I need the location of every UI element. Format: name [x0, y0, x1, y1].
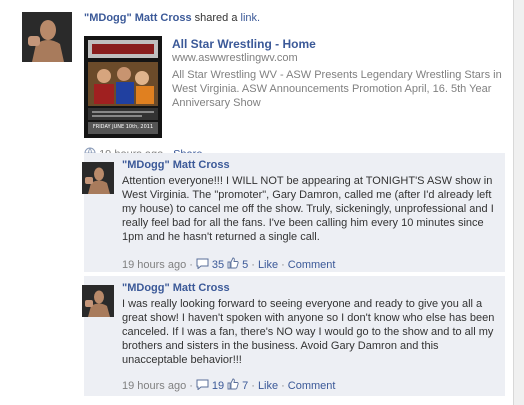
comment-link[interactable]: Comment	[288, 380, 336, 392]
shared-text: shared a	[194, 12, 238, 24]
comment-timestamp[interactable]: 19 hours ago	[122, 380, 186, 392]
comment-timestamp[interactable]: 19 hours ago	[122, 259, 186, 271]
meta-separator: ·	[251, 379, 255, 392]
comment-text: I was really looking forward to seeing e…	[122, 298, 495, 366]
author-avatar[interactable]	[22, 12, 72, 62]
comment-meta: 19 hours ago · 19 7 · Like · Comment	[122, 378, 335, 393]
meta-separator: ·	[251, 258, 255, 271]
shared-link-word[interactable]: link.	[241, 12, 261, 24]
comment-bubble-icon	[196, 379, 209, 393]
thumbs-up-icon	[227, 378, 239, 393]
meta-separator: ·	[281, 258, 285, 271]
like-link[interactable]: Like	[258, 259, 278, 271]
comment-author-link[interactable]: "MDogg" Matt Cross	[122, 159, 230, 171]
link-thumbnail[interactable]: FRIDAY JUNE 10th, 2011	[84, 36, 162, 138]
meta-separator: ·	[281, 379, 285, 392]
comment-avatar[interactable]	[82, 162, 114, 194]
thumbs-up-icon	[227, 257, 239, 272]
shared-link-title[interactable]: All Star Wrestling - Home	[172, 37, 316, 51]
like-count[interactable]: 7	[242, 380, 248, 392]
comment-avatar[interactable]	[82, 285, 114, 317]
story-author-link[interactable]: "MDogg" Matt Cross	[84, 12, 192, 24]
comment-item: "MDogg" Matt Cross I was really looking …	[82, 276, 505, 396]
comment-item: "MDogg" Matt Cross Attention everyone!!!…	[82, 153, 505, 272]
comment-author-link[interactable]: "MDogg" Matt Cross	[122, 282, 230, 294]
comment-link[interactable]: Comment	[288, 259, 336, 271]
shared-link-description: All Star Wrestling WV - ASW Presents Leg…	[172, 69, 502, 109]
comment-meta: 19 hours ago · 35 5 · Like · Comment	[122, 257, 335, 272]
story-header: "MDogg" Matt Cross shared a link.	[84, 12, 260, 24]
comment-count[interactable]: 19	[212, 380, 224, 392]
window-scroll-edge	[513, 0, 524, 405]
meta-separator: ·	[189, 379, 193, 392]
meta-separator: ·	[189, 258, 193, 271]
like-count[interactable]: 5	[242, 259, 248, 271]
like-link[interactable]: Like	[258, 380, 278, 392]
poster-date-text: FRIDAY JUNE 10th, 2011	[92, 124, 154, 130]
shared-link-url: www.aswwrestlingwv.com	[172, 52, 298, 64]
comment-count[interactable]: 35	[212, 259, 224, 271]
comment-bubble-icon	[196, 258, 209, 272]
comment-text: Attention everyone!!! I WILL NOT be appe…	[122, 175, 494, 243]
